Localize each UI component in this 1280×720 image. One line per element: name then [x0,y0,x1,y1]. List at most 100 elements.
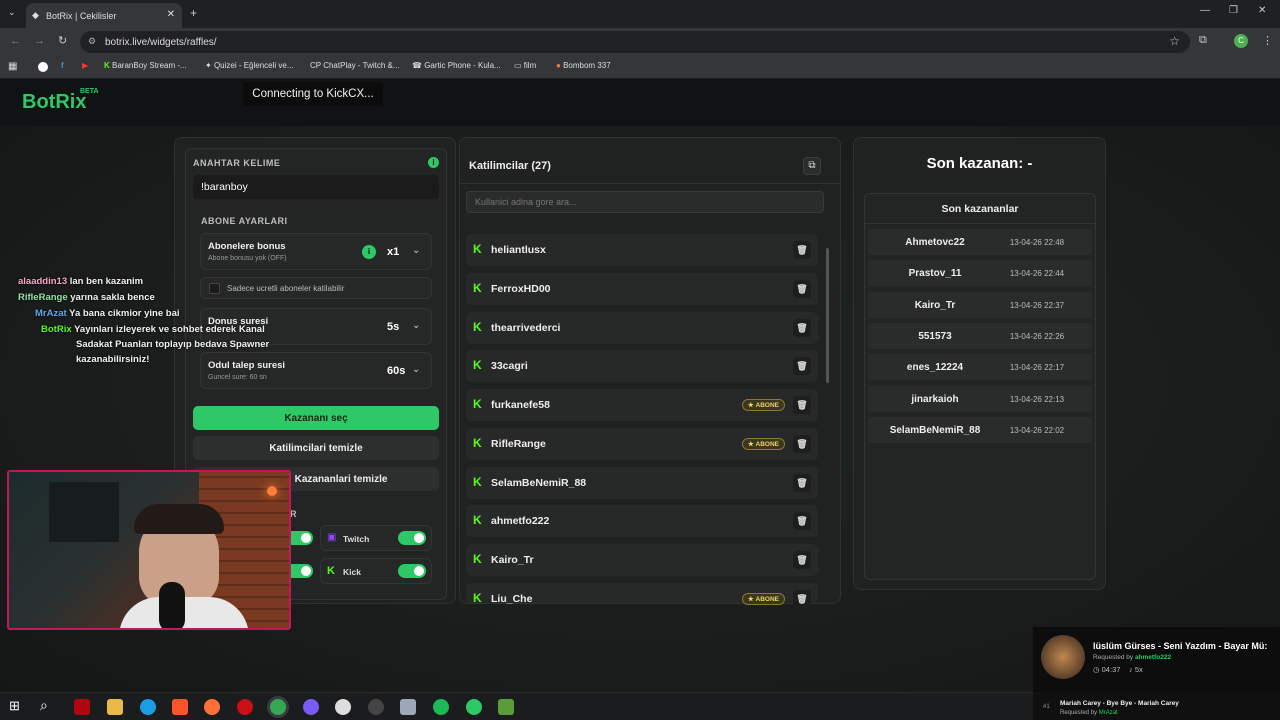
delete-icon[interactable]: 🗑 [793,590,811,608]
winner-row: 551573 13-04-26 22:26 [868,322,1092,349]
new-tab-icon[interactable]: + [190,6,197,20]
spotify-icon[interactable] [433,699,449,715]
start-icon[interactable]: ⊞ [9,698,20,714]
edge-icon[interactable] [140,699,156,715]
delete-icon[interactable]: 🗑 [793,319,811,337]
claim-time-select[interactable]: 60s [387,365,405,377]
restore-icon[interactable]: ❐ [1229,5,1238,16]
participant-name: FerroxHD00 [491,283,551,295]
url-text: botrix.live/widgets/raffles/ [105,36,217,48]
sub-badge: ★ ABONE [741,399,785,411]
bombom-icon: ● [556,61,561,70]
participant-name: ahmetfo222 [491,515,550,527]
sub-bonus-info-icon[interactable]: i [362,245,376,259]
delete-icon[interactable]: 🗑 [793,357,811,375]
participant-row[interactable]: Kthearrivederci 🗑 [466,312,818,344]
paid-subs-row: Sadece ucretli aboneler katilabilir [200,277,432,299]
green-app-icon[interactable] [466,699,482,715]
facebook-icon[interactable]: f [61,61,64,70]
brave-icon[interactable] [172,699,188,715]
twitch-label: Twitch [343,534,370,544]
kick-icon: K [473,358,482,372]
queue-index: #1 [1043,704,1050,710]
participant-name: 33cagri [491,360,528,372]
participants-title: Katilimcilar (27) [469,160,551,172]
app-icon[interactable] [400,699,416,715]
chat-text: Yayınları izleyerek ve sohbet ederek Kan… [74,324,265,335]
delete-icon[interactable]: 🗑 [793,280,811,298]
site-info-icon[interactable]: ⚙ [88,36,96,47]
delete-icon[interactable]: 🗑 [793,241,811,259]
apps-icon[interactable]: ▦ [8,61,17,72]
messenger-icon[interactable] [303,699,319,715]
minimize-icon[interactable]: — [1200,5,1210,16]
search-icon[interactable]: ⌕ [40,697,48,714]
participant-search-input[interactable] [466,191,824,213]
copy-icon[interactable]: ⧉ [803,157,821,175]
clear-participants-button[interactable]: Katilimcilari temizle [193,436,439,460]
delete-icon[interactable]: 🗑 [793,551,811,569]
botrix-logo[interactable]: BotRix [22,91,86,114]
twitch-toggle[interactable] [398,531,426,545]
google-icon[interactable] [38,62,48,72]
sub-bonus-row: Abonelere bonus Abone bonusu yok (OFF) i… [200,233,432,270]
bookmark-baranboy[interactable]: K BaranBoy Stream -... [104,61,187,70]
music-widget: lüslüm Gürses - Seni Yazdım - Bayar Mü: … [1033,627,1280,692]
reload-icon[interactable]: ↻ [58,34,67,47]
menu-icon[interactable]: ⋮ [1262,34,1273,47]
bonus-duration-select[interactable]: 5s [387,321,399,333]
firefox-icon[interactable] [204,699,220,715]
participant-row[interactable]: K RifleRange ★ ABONE 🗑 [466,428,818,460]
pick-winner-button[interactable]: Kazananı seç [193,406,439,430]
delete-icon[interactable]: 🗑 [793,512,811,530]
participant-row[interactable]: K SelamBeNemiR_88 🗑 [466,467,818,499]
participant-row[interactable]: K Liu_Che ★ ABONE 🗑 [466,583,818,608]
bookmarks-bar: ▦ f ▶ K BaranBoy Stream -... ✦ Quizei - … [0,56,1280,78]
close-tab-icon[interactable]: ✕ [167,9,175,20]
bookmark-gartic[interactable]: ☎ Gartic Phone - Kula... [412,61,501,70]
url-field[interactable]: ⚙ botrix.live/widgets/raffles/ ☆ [80,31,1190,53]
bookmark-chatplay[interactable]: CP ChatPlay - Twitch &... [310,61,400,70]
bookmark-quizei[interactable]: ✦ Quizei - Eğlenceli ve... [205,61,294,70]
minecraft-icon[interactable] [498,699,514,715]
profile-avatar[interactable]: C [1234,34,1248,48]
obs-icon[interactable] [368,699,384,715]
opera-icon[interactable] [237,699,253,715]
delete-icon[interactable]: 🗑 [793,474,811,492]
info-icon[interactable]: i [428,157,439,168]
file-explorer-icon[interactable] [107,699,123,715]
kick-toggle[interactable] [398,564,426,578]
participant-row[interactable]: Kahmetfo222 🗑 [466,505,818,537]
kick-icon: K [473,475,482,489]
close-window-icon[interactable]: ✕ [1258,5,1266,16]
chevron-down-icon[interactable]: ⌄ [412,320,420,331]
bookmark-star-icon[interactable]: ☆ [1169,34,1180,48]
participant-row[interactable]: Kheliantlusx 🗑 [466,234,818,266]
participant-row[interactable]: K Kairo_Tr 🗑 [466,544,818,576]
sub-bonus-select[interactable]: x1 [387,246,399,258]
winner-row: Prastov_11 13-04-26 22:44 [868,260,1092,287]
delete-icon[interactable]: 🗑 [793,435,811,453]
chat-username: MrAzat [35,308,67,319]
tab-list-icon[interactable]: ⌄ [8,7,16,18]
chrome-icon[interactable] [270,699,286,715]
keyword-input[interactable]: !baranboy [193,175,439,199]
forward-icon[interactable]: → [34,35,45,47]
bookmark-film[interactable]: ▭ film [514,61,536,70]
participants-scrollbar[interactable] [826,248,829,383]
chevron-down-icon[interactable]: ⌄ [412,364,420,375]
participant-row[interactable]: K FerroxHD00 🗑 [466,273,818,305]
participant-row[interactable]: K 33cagri 🗑 [466,350,818,382]
delete-icon[interactable]: 🗑 [793,396,811,414]
bookmark-bombom[interactable]: ● Bombom 337 [556,61,611,70]
chevron-down-icon[interactable]: ⌄ [412,245,420,256]
netflix-icon[interactable] [74,699,90,715]
paid-subs-checkbox[interactable] [209,283,220,294]
settings-icon[interactable] [335,699,351,715]
back-icon[interactable]: ← [10,35,21,47]
participant-row[interactable]: Kfurkanefe58 ★ ABONE 🗑 [466,389,818,421]
browser-tab[interactable]: ◆ BotRix | Cekilisler ✕ [26,3,182,28]
extensions-icon[interactable]: ⧉ [1199,34,1207,47]
gartic-icon: ☎ [412,61,422,70]
youtube-icon[interactable]: ▶ [82,61,88,70]
